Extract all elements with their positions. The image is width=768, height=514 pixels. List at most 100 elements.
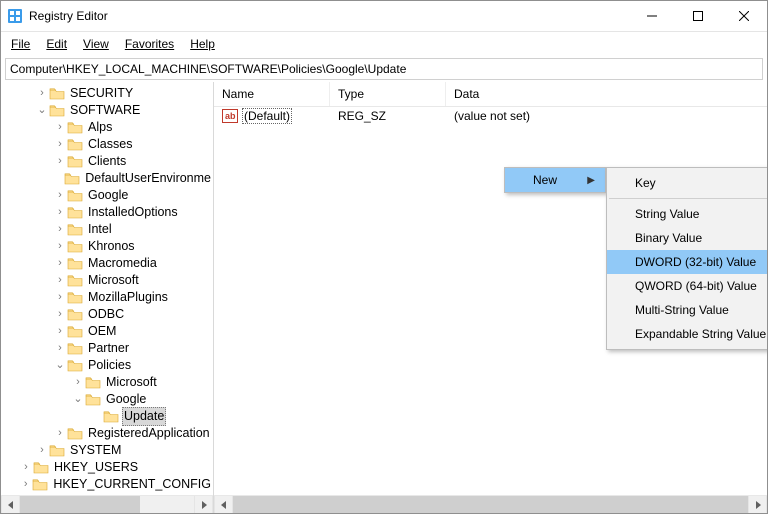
tree-node-label: Classes: [86, 136, 134, 153]
chevron-right-icon[interactable]: ›: [53, 340, 67, 357]
chevron-right-icon[interactable]: ›: [35, 442, 49, 459]
maximize-button[interactable]: [675, 1, 721, 31]
tree-node[interactable]: › OEM: [1, 323, 213, 340]
tree-node[interactable]: ›RegisteredApplication: [1, 425, 213, 442]
chevron-down-icon[interactable]: ⌄: [71, 391, 85, 408]
chevron-right-icon[interactable]: ›: [53, 119, 67, 136]
list-rows[interactable]: ab (Default) REG_SZ (value not set) New …: [214, 107, 767, 495]
chevron-right-icon[interactable]: ›: [53, 221, 67, 238]
scroll-left-icon[interactable]: [1, 496, 20, 513]
column-name[interactable]: Name: [214, 82, 330, 106]
folder-icon: [67, 138, 83, 152]
tree-node[interactable]: › Classes: [1, 136, 213, 153]
folder-icon: [103, 410, 119, 424]
column-data[interactable]: Data: [446, 82, 767, 106]
folder-icon: [67, 189, 83, 203]
titlebar: Registry Editor: [1, 1, 767, 32]
chevron-right-icon[interactable]: ›: [53, 323, 67, 340]
chevron-right-icon[interactable]: ›: [53, 136, 67, 153]
tree-node-label: MozillaPlugins: [86, 289, 170, 306]
list-scrollbar[interactable]: [214, 495, 767, 513]
tree-node-label: SOFTWARE: [68, 102, 142, 119]
chevron-right-icon[interactable]: ›: [53, 425, 67, 442]
tree-node[interactable]: ›Partner: [1, 340, 213, 357]
tree-node[interactable]: ›HKEY_USERS: [1, 459, 213, 476]
close-button[interactable]: [721, 1, 767, 31]
tree-node-label: HKEY_CURRENT_CONFIG: [51, 476, 213, 493]
minimize-button[interactable]: [629, 1, 675, 31]
chevron-right-icon[interactable]: ›: [19, 459, 33, 476]
tree-scrollbar[interactable]: [1, 495, 213, 513]
folder-icon: [67, 257, 83, 271]
tree-node[interactable]: › Macromedia: [1, 255, 213, 272]
context-submenu-new: Key String ValueBinary ValueDWORD (32-bit…: [606, 167, 768, 350]
chevron-right-icon[interactable]: ›: [53, 272, 67, 289]
tree-node[interactable]: ›InstalledOptions: [1, 204, 213, 221]
chevron-right-icon[interactable]: ›: [53, 238, 67, 255]
tree-node-label: Clients: [86, 153, 128, 170]
tree-node-label: Policies: [86, 357, 133, 374]
tree-node[interactable]: ⌄ SOFTWARE: [1, 102, 213, 119]
chevron-right-icon[interactable]: ›: [53, 255, 67, 272]
scroll-right-icon[interactable]: [194, 496, 213, 513]
tree-node-label: DefaultUserEnvironme: [83, 170, 213, 187]
chevron-right-icon[interactable]: ›: [71, 374, 85, 391]
chevron-right-icon[interactable]: ›: [53, 289, 67, 306]
registry-tree[interactable]: ›SECURITY⌄SOFTWARE›Alps›Classes›Clients·…: [1, 85, 213, 495]
tree-node-label: Macromedia: [86, 255, 159, 272]
scroll-left-icon[interactable]: [214, 496, 233, 513]
tree-node[interactable]: ·DefaultUserEnvironme: [1, 170, 213, 187]
context-item[interactable]: Multi-String Value: [607, 298, 768, 322]
menu-view[interactable]: View: [77, 35, 115, 53]
tree-node[interactable]: › ODBC: [1, 306, 213, 323]
tree-node[interactable]: ⌄Google: [1, 391, 213, 408]
tree-node[interactable]: ›Intel: [1, 221, 213, 238]
window-title: Registry Editor: [29, 9, 108, 23]
menu-file[interactable]: File: [5, 35, 36, 53]
context-item[interactable]: Binary Value: [607, 226, 768, 250]
folder-icon: [49, 444, 65, 458]
folder-icon: [49, 87, 65, 101]
tree-node[interactable]: › Clients: [1, 153, 213, 170]
tree-node-label: OEM: [86, 323, 118, 340]
tree-node[interactable]: ›Alps: [1, 119, 213, 136]
menu-favorites[interactable]: Favorites: [119, 35, 180, 53]
list-row[interactable]: ab (Default) REG_SZ (value not set): [214, 107, 767, 125]
folder-icon: [49, 104, 65, 118]
tree-node[interactable]: ›SECURITY: [1, 85, 213, 102]
tree-node[interactable]: › HKEY_CURRENT_CONFIG: [1, 476, 213, 493]
chevron-right-icon[interactable]: ›: [53, 187, 67, 204]
scroll-right-icon[interactable]: [748, 496, 767, 513]
folder-icon: [67, 240, 83, 254]
submenu-arrow-icon: ▶: [587, 175, 595, 186]
tree-node-label: ODBC: [86, 306, 126, 323]
value-data: (value not set): [446, 109, 767, 123]
tree-node[interactable]: ›Khronos: [1, 238, 213, 255]
body: ›SECURITY⌄SOFTWARE›Alps›Classes›Clients·…: [1, 82, 767, 513]
address-bar[interactable]: Computer\HKEY_LOCAL_MACHINE\SOFTWARE\Pol…: [5, 58, 763, 80]
context-item[interactable]: String Value: [607, 202, 768, 226]
chevron-right-icon[interactable]: ›: [53, 204, 67, 221]
chevron-right-icon[interactable]: ›: [53, 306, 67, 323]
chevron-right-icon[interactable]: ›: [53, 153, 67, 170]
menu-edit[interactable]: Edit: [40, 35, 73, 53]
chevron-right-icon[interactable]: ›: [35, 85, 49, 102]
tree-node[interactable]: ›Microsoft: [1, 272, 213, 289]
chevron-down-icon[interactable]: ⌄: [53, 357, 67, 374]
folder-icon: [85, 393, 101, 407]
tree-node[interactable]: ·Update: [1, 408, 213, 425]
context-item[interactable]: DWORD (32-bit) Value: [607, 250, 768, 274]
chevron-down-icon[interactable]: ⌄: [35, 102, 49, 119]
chevron-right-icon[interactable]: ›: [19, 476, 32, 493]
column-type[interactable]: Type: [330, 82, 446, 106]
tree-node[interactable]: › MozillaPlugins: [1, 289, 213, 306]
context-item[interactable]: Expandable String Value: [607, 322, 768, 346]
menu-help[interactable]: Help: [184, 35, 221, 53]
context-item[interactable]: QWORD (64-bit) Value: [607, 274, 768, 298]
tree-node[interactable]: ›Microsoft: [1, 374, 213, 391]
context-item-new[interactable]: New ▶: [505, 168, 605, 192]
tree-node[interactable]: ›SYSTEM: [1, 442, 213, 459]
context-item[interactable]: Key: [607, 171, 768, 195]
tree-node[interactable]: ⌄ Policies: [1, 357, 213, 374]
tree-node[interactable]: ›Google: [1, 187, 213, 204]
